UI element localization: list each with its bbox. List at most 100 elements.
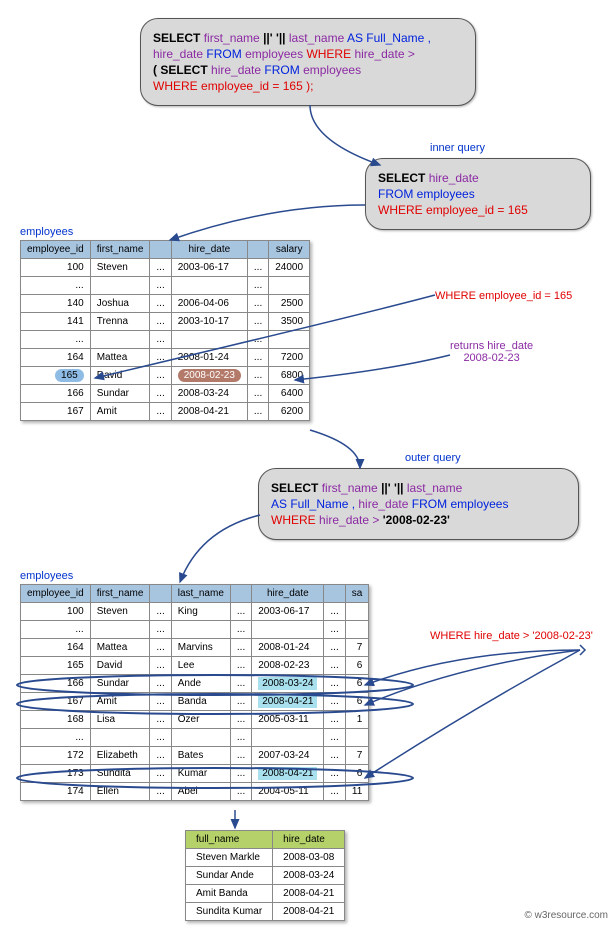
table-row: 100Steven...2003-06-17...24000 (21, 259, 310, 277)
cell: ... (150, 295, 171, 313)
table-row: 164Mattea...2008-01-24...7200 (21, 349, 310, 367)
cell: ... (230, 693, 251, 711)
cell: Trenna (90, 313, 150, 331)
table-row: ......... (21, 277, 310, 295)
cell: 166 (21, 675, 91, 693)
cell: ... (247, 403, 268, 421)
cell: ... (150, 711, 171, 729)
cell: ... (324, 693, 345, 711)
table-row: 165David...Lee...2008-02-23...6 (21, 657, 369, 675)
cell: Sundita (90, 765, 150, 783)
cell: 166 (21, 385, 91, 403)
cell: ... (230, 783, 251, 801)
cell: 6 (345, 693, 369, 711)
cell: ... (230, 765, 251, 783)
cell (269, 331, 310, 349)
cell: Amit (90, 403, 150, 421)
cell: 2008-02-23 (252, 657, 324, 675)
table-row: Sundar Ande2008-03-24 (186, 867, 345, 885)
cell: 1 (345, 711, 369, 729)
employees-table-2: employee_idfirst_namelast_namehire_dates… (20, 584, 369, 801)
col-header: last_name (171, 585, 230, 603)
cell: ... (247, 349, 268, 367)
table-row: 140Joshua...2006-04-06...2500 (21, 295, 310, 313)
cell: Abel (171, 783, 230, 801)
cell: 167 (21, 693, 91, 711)
cell: ... (230, 657, 251, 675)
cell (252, 621, 324, 639)
cell (171, 277, 247, 295)
cell (345, 729, 369, 747)
cell: 2008-03-08 (273, 849, 345, 867)
col-header: employee_id (21, 241, 91, 259)
cell (90, 331, 150, 349)
table-row: 165David...2008-02-23...6800 (21, 367, 310, 385)
cell: ... (247, 259, 268, 277)
employees-table-1: employee_idfirst_namehire_datesalary 100… (20, 240, 310, 421)
table-row: 172Elizabeth...Bates...2007-03-24...7 (21, 747, 369, 765)
cell: 2008-03-24 (273, 867, 345, 885)
code-line: SELECT first_name ||' '|| last_name AS F… (153, 31, 463, 45)
table-row: ............ (21, 621, 369, 639)
cell: 2008-04-21 (252, 693, 324, 711)
cell: ... (150, 385, 171, 403)
table-row: Sundita Kumar2008-04-21 (186, 903, 345, 921)
code-line: WHERE employee_id = 165 ); (153, 79, 463, 93)
col-header: full_name (186, 831, 273, 849)
table-row: 173Sundita...Kumar...2008-04-21...6 (21, 765, 369, 783)
cell: 2003-10-17 (171, 313, 247, 331)
cell: ... (150, 603, 171, 621)
cell: Marvins (171, 639, 230, 657)
inner-query-label: inner query (430, 142, 485, 154)
cell: ... (324, 729, 345, 747)
table-row: 164Mattea...Marvins...2008-01-24...7 (21, 639, 369, 657)
col-header: hire_date (171, 241, 247, 259)
cell: 7 (345, 747, 369, 765)
cell (90, 277, 150, 295)
cell: 2008-04-21 (171, 403, 247, 421)
cell (269, 277, 310, 295)
code-line: WHERE employee_id = 165 (378, 203, 578, 217)
inner-query-box: SELECT hire_date FROM employees WHERE em… (365, 158, 591, 230)
cell (90, 729, 150, 747)
table-row: 166Sundar...Ande...2008-03-24...6 (21, 675, 369, 693)
cell: Banda (171, 693, 230, 711)
cell: ... (247, 367, 268, 385)
cell (171, 621, 230, 639)
table-row: Steven Markle2008-03-08 (186, 849, 345, 867)
footer-credit: © w3resource.com (524, 910, 608, 921)
cell: 6800 (269, 367, 310, 385)
cell: Sundar Ande (186, 867, 273, 885)
col-header (247, 241, 268, 259)
cell: 2003-06-17 (171, 259, 247, 277)
cell: 2008-04-21 (273, 885, 345, 903)
cell: 167 (21, 403, 91, 421)
cell: ... (21, 621, 91, 639)
cell: ... (324, 747, 345, 765)
cell: ... (230, 747, 251, 765)
cell: ... (324, 675, 345, 693)
cell: ... (247, 277, 268, 295)
cell: Mattea (90, 349, 150, 367)
returns-annotation: returns hire_date2008-02-23 (450, 340, 533, 364)
table-row: 141Trenna...2003-10-17...3500 (21, 313, 310, 331)
table-row: 174Ellen...Abel...2004-05-11...11 (21, 783, 369, 801)
cell: Steven Markle (186, 849, 273, 867)
main-query-box: SELECT first_name ||' '|| last_name AS F… (140, 18, 476, 106)
cell: 2006-04-06 (171, 295, 247, 313)
cell: 173 (21, 765, 91, 783)
cell: Steven (90, 259, 150, 277)
cell: 6 (345, 657, 369, 675)
cell: Sundar (90, 385, 150, 403)
cell: Joshua (90, 295, 150, 313)
cell: 172 (21, 747, 91, 765)
col-header: salary (269, 241, 310, 259)
code-line: SELECT first_name ||' '|| last_name (271, 481, 566, 495)
code-line: AS Full_Name , hire_date FROM employees (271, 497, 566, 511)
cell: 24000 (269, 259, 310, 277)
cell: 2008-01-24 (171, 349, 247, 367)
code-line: hire_date FROM employees WHERE hire_date… (153, 47, 463, 61)
cell: 164 (21, 639, 91, 657)
table-row: ......... (21, 331, 310, 349)
cell: ... (21, 729, 91, 747)
